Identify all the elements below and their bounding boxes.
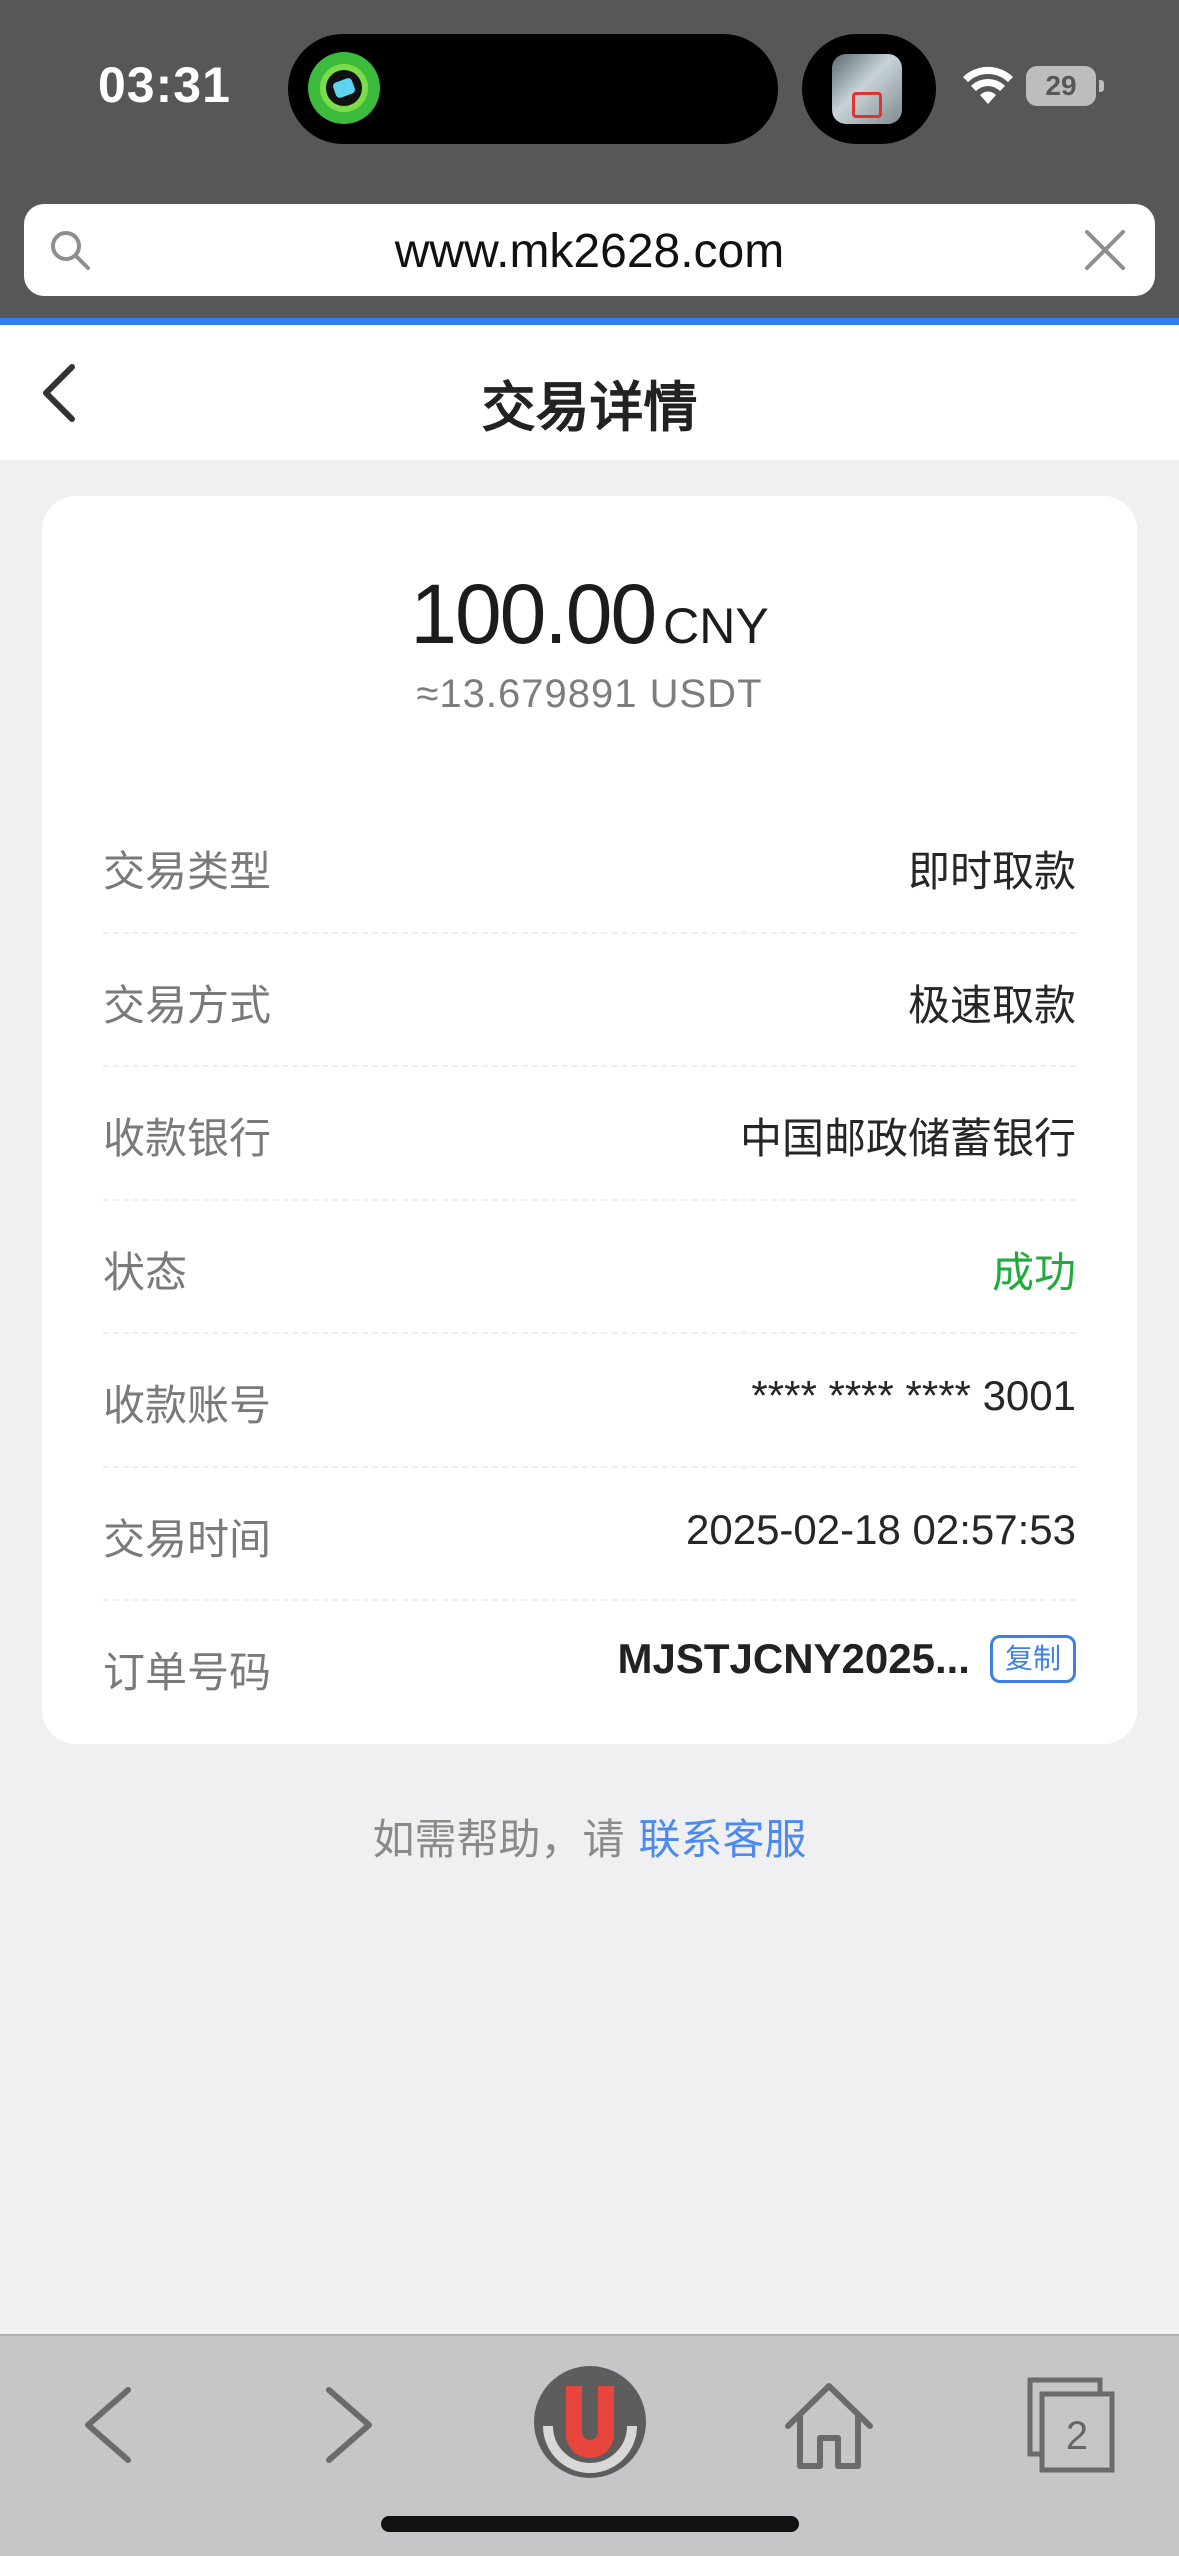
transaction-card: 100.00 CNY ≈13.679891 USDT 交易类型 即时取款 交易方式… xyxy=(42,496,1137,1744)
help-line: 如需帮助，请 联系客服 xyxy=(0,1806,1179,1867)
detail-row-status: 状态 成功 xyxy=(103,1201,1076,1334)
amount-value: 100.00 xyxy=(410,567,657,661)
usdt-equivalent: ≈13.679891 USDT xyxy=(416,672,763,716)
home-icon[interactable] xyxy=(774,2370,884,2480)
amount-currency: CNY xyxy=(663,598,769,654)
detail-value: 2025-02-18 02:57:53 xyxy=(686,1505,1076,1553)
detail-label: 交易方式 xyxy=(103,980,272,1030)
browser-chrome: 03:31 29 www.mk2628.com xyxy=(0,0,1179,324)
order-number: MJSTJCNY2025... xyxy=(617,1635,970,1682)
detail-row-time: 交易时间 2025-02-18 02:57:53 xyxy=(103,1468,1076,1601)
status-time: 03:31 xyxy=(98,57,231,113)
detail-value: **** **** **** 3001 xyxy=(751,1372,1076,1419)
dynamic-island xyxy=(288,34,778,144)
tab-count: 2 xyxy=(1065,2414,1089,2458)
detail-value: 极速取款 xyxy=(907,980,1076,1030)
order-number-group: MJSTJCNY2025... 复制 xyxy=(617,1635,1076,1683)
dynamic-island-media[interactable] xyxy=(802,34,936,144)
help-text: 如需帮助，请 xyxy=(372,1815,625,1864)
close-icon[interactable] xyxy=(1081,226,1129,274)
detail-label: 收款账号 xyxy=(103,1381,272,1430)
page-title: 交易详情 xyxy=(481,376,698,439)
page-load-progress xyxy=(0,318,1179,325)
live-activity-icon[interactable] xyxy=(308,52,380,124)
browser-back-icon[interactable] xyxy=(54,2370,164,2480)
wifi-icon xyxy=(963,66,1013,104)
detail-label: 订单号码 xyxy=(103,1648,272,1697)
battery-indicator: 29 xyxy=(1026,66,1104,106)
media-thumbnail-icon xyxy=(832,54,902,124)
detail-value: 即时取款 xyxy=(907,847,1076,896)
home-indicator xyxy=(381,2516,799,2532)
detail-row-order: 订单号码 MJSTJCNY2025... 复制 xyxy=(103,1601,1076,1735)
detail-row-account: 收款账号 **** **** **** 3001 xyxy=(103,1334,1076,1468)
status-badge: 成功 xyxy=(991,1247,1076,1297)
detail-label: 交易时间 xyxy=(103,1514,272,1564)
detail-label: 状态 xyxy=(103,1247,188,1297)
amount-row: 100.00 CNY xyxy=(42,566,1137,663)
detail-row-method: 交易方式 极速取款 xyxy=(103,934,1076,1067)
copy-button[interactable]: 复制 xyxy=(989,1635,1076,1683)
url-text[interactable]: www.mk2628.com xyxy=(24,224,1155,279)
detail-label: 交易类型 xyxy=(103,847,272,896)
tabs-button[interactable]: 2 xyxy=(1014,2370,1124,2480)
page-header: 交易详情 xyxy=(0,325,1179,460)
detail-list: 交易类型 即时取款 交易方式 极速取款 收款银行 中国邮政储蓄银行 状态 成功 … xyxy=(103,800,1076,1735)
detail-label: 收款银行 xyxy=(103,1114,272,1163)
detail-row-type: 交易类型 即时取款 xyxy=(103,800,1076,934)
detail-row-bank: 收款银行 中国邮政储蓄银行 xyxy=(103,1067,1076,1201)
contact-support-link[interactable]: 联系客服 xyxy=(639,1815,807,1864)
browser-forward-icon[interactable] xyxy=(293,2370,403,2480)
url-bar[interactable]: www.mk2628.com xyxy=(24,204,1155,296)
app-logo-icon[interactable] xyxy=(530,2362,650,2482)
detail-value: 中国邮政储蓄银行 xyxy=(739,1114,1076,1163)
